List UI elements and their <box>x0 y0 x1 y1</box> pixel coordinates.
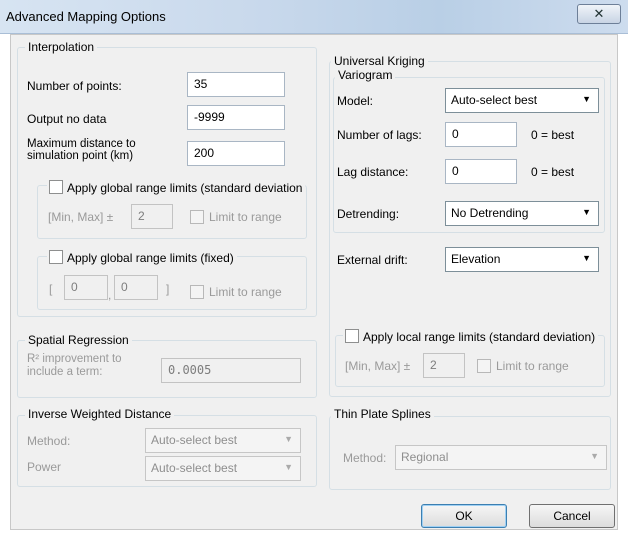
spatial-regression-title: Spatial Regression <box>25 333 132 347</box>
r2-input[interactable]: 0.0005 <box>161 358 301 383</box>
variogram-title: Variogram <box>335 68 396 82</box>
idw-power-label: Power <box>27 460 62 474</box>
dialog-body: Interpolation Number of points: 35 Outpu… <box>10 34 618 530</box>
interpolation-title: Interpolation <box>25 40 98 54</box>
tps-method-value: Regional <box>401 450 449 464</box>
local-std-checkbox-label: Apply local range limits (standard devia… <box>363 330 596 344</box>
chevron-down-icon: ▼ <box>284 434 293 444</box>
idw-power-select[interactable]: Auto-select best ▼ <box>145 456 301 481</box>
idw-method-select[interactable]: Auto-select best ▼ <box>145 428 301 453</box>
chevron-down-icon: ▼ <box>582 94 591 104</box>
model-value: Auto-select best <box>451 93 538 107</box>
idw-power-value: Auto-select best <box>151 461 238 475</box>
model-label: Model: <box>337 94 374 108</box>
external-drift-select[interactable]: Elevation ▼ <box>445 247 599 272</box>
max-distance-label: Maximum distance to simulation point (km… <box>27 138 136 162</box>
num-points-label: Number of points: <box>27 79 122 93</box>
global-std-checkbox-label: Apply global range limits (standard devi… <box>67 181 303 195</box>
model-select[interactable]: Auto-select best ▼ <box>445 88 599 113</box>
detrending-label: Detrending: <box>337 207 400 221</box>
tps-method-label: Method: <box>343 451 387 465</box>
chevron-down-icon: ▼ <box>284 462 293 472</box>
chevron-down-icon: ▼ <box>582 207 591 217</box>
r2-label-line2: include a term: <box>27 366 103 378</box>
local-std-value-input[interactable]: 2 <box>423 353 465 378</box>
output-no-data-label: Output no data <box>27 112 107 126</box>
global-fixed-header[interactable]: Apply global range limits (fixed) <box>47 248 237 265</box>
output-no-data-input[interactable]: -9999 <box>187 105 285 130</box>
local-std-limit-checkbox[interactable] <box>477 359 491 373</box>
global-std-value-input[interactable]: 2 <box>131 204 173 229</box>
cancel-button[interactable]: Cancel <box>529 504 615 528</box>
global-fixed-close-bracket: ] <box>166 282 170 296</box>
lag-distance-input[interactable]: 0 <box>445 159 517 184</box>
local-std-minmax-label: [Min, Max] ± <box>345 359 411 373</box>
universal-kriging-title: Universal Kriging <box>331 54 428 68</box>
dialog-window: Advanced Mapping Options ✕ Interpolation… <box>0 0 628 540</box>
title-bar[interactable]: Advanced Mapping Options ✕ <box>0 0 628 34</box>
close-button[interactable]: ✕ <box>577 4 621 24</box>
global-fixed-limit-checkbox[interactable] <box>190 285 204 299</box>
global-std-limit-label: Limit to range <box>209 210 282 224</box>
global-fixed-open-bracket: [ <box>49 282 53 296</box>
max-distance-label-line2: simulation point (km) <box>27 150 134 162</box>
global-std-header[interactable]: Apply global range limits (standard devi… <box>47 178 306 195</box>
external-drift-label: External drift: <box>337 253 408 267</box>
idw-method-value: Auto-select best <box>151 433 238 447</box>
global-fixed-checkbox-label: Apply global range limits (fixed) <box>67 251 234 265</box>
global-std-checkbox[interactable] <box>49 180 63 194</box>
global-std-minmax-label: [Min, Max] ± <box>48 210 114 224</box>
local-std-checkbox[interactable] <box>345 329 359 343</box>
r2-label: R² improvement to include a term: <box>27 353 122 379</box>
chevron-down-icon: ▼ <box>582 253 591 263</box>
detrending-select[interactable]: No Detrending ▼ <box>445 201 599 226</box>
max-distance-input[interactable]: 200 <box>187 141 285 166</box>
num-lags-hint: 0 = best <box>531 128 575 142</box>
ok-button[interactable]: OK <box>421 504 507 528</box>
external-drift-value: Elevation <box>451 252 501 266</box>
detrending-value: No Detrending <box>451 206 529 220</box>
num-points-input[interactable]: 35 <box>187 72 285 97</box>
global-fixed-checkbox[interactable] <box>49 250 63 264</box>
local-std-limit-label: Limit to range <box>496 359 569 373</box>
close-icon: ✕ <box>593 6 605 21</box>
tps-title: Thin Plate Splines <box>331 407 434 421</box>
idw-title: Inverse Weighted Distance <box>25 407 175 421</box>
global-fixed-limit-label: Limit to range <box>209 285 282 299</box>
global-fixed-max-input[interactable]: 0 <box>114 275 158 300</box>
lag-distance-label: Lag distance: <box>337 165 409 179</box>
global-std-limit-checkbox[interactable] <box>190 210 204 224</box>
chevron-down-icon: ▼ <box>590 451 599 461</box>
idw-method-label: Method: <box>27 434 71 448</box>
num-lags-input[interactable]: 0 <box>445 122 517 147</box>
num-lags-label: Number of lags: <box>337 128 422 142</box>
global-fixed-min-input[interactable]: 0 <box>64 275 108 300</box>
global-fixed-comma: , <box>108 288 112 302</box>
local-std-header[interactable]: Apply local range limits (standard devia… <box>343 327 599 344</box>
tps-method-select[interactable]: Regional ▼ <box>395 445 607 470</box>
lag-distance-hint: 0 = best <box>531 165 575 179</box>
r2-label-line1: R² improvement to <box>27 353 122 365</box>
max-distance-label-line1: Maximum distance to <box>27 138 136 150</box>
window-title: Advanced Mapping Options <box>6 9 166 24</box>
